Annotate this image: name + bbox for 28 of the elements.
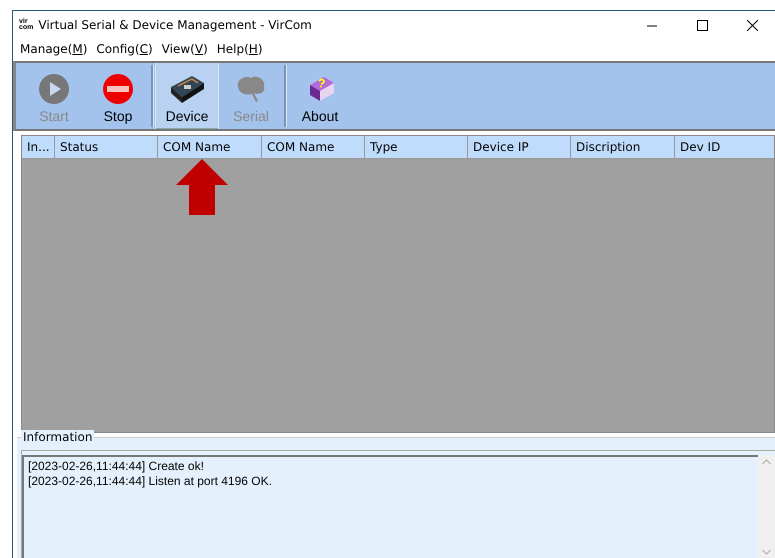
toolbar-button[interactable]: Device	[155, 63, 219, 129]
column-header[interactable]: Status	[55, 136, 158, 159]
close-icon	[747, 20, 758, 30]
scrollbar[interactable]	[758, 455, 775, 558]
scroll-down-icon[interactable]	[762, 549, 771, 555]
scroll-up-icon[interactable]	[762, 459, 771, 465]
menu-item[interactable]: Manage(M)	[17, 42, 94, 56]
toolbar-button[interactable]: About	[288, 63, 352, 129]
menu-item[interactable]: View(V)	[158, 42, 214, 56]
column-header[interactable]: Type	[365, 136, 468, 159]
column-header[interactable]: In...	[22, 136, 55, 159]
maximize-icon	[697, 20, 708, 30]
group-title: Information	[21, 430, 94, 444]
toolbar-button[interactable]: Stop	[86, 63, 150, 129]
window-title: Virtual Serial & Device Management - VirCom	[38, 18, 313, 32]
stop-icon	[102, 73, 134, 105]
column-header[interactable]: Device IP	[468, 136, 571, 159]
column-header[interactable]: COM Name	[262, 136, 365, 159]
column-header[interactable]: Dev ID	[675, 136, 774, 159]
log-line: [2023-02-26,11:44:44] Create ok!	[28, 459, 204, 474]
column-header[interactable]: COM Name	[158, 136, 262, 159]
device-icon	[168, 73, 206, 105]
play-icon	[38, 73, 70, 105]
menu-item[interactable]: Help(H)	[214, 42, 269, 56]
menu-item[interactable]: Config(C)	[93, 42, 159, 56]
column-header[interactable]: Discription	[571, 136, 675, 159]
log-line: [2023-02-26,11:44:44] Listen at port 4196 OK.	[28, 474, 272, 489]
arrow-up-icon	[174, 159, 230, 215]
